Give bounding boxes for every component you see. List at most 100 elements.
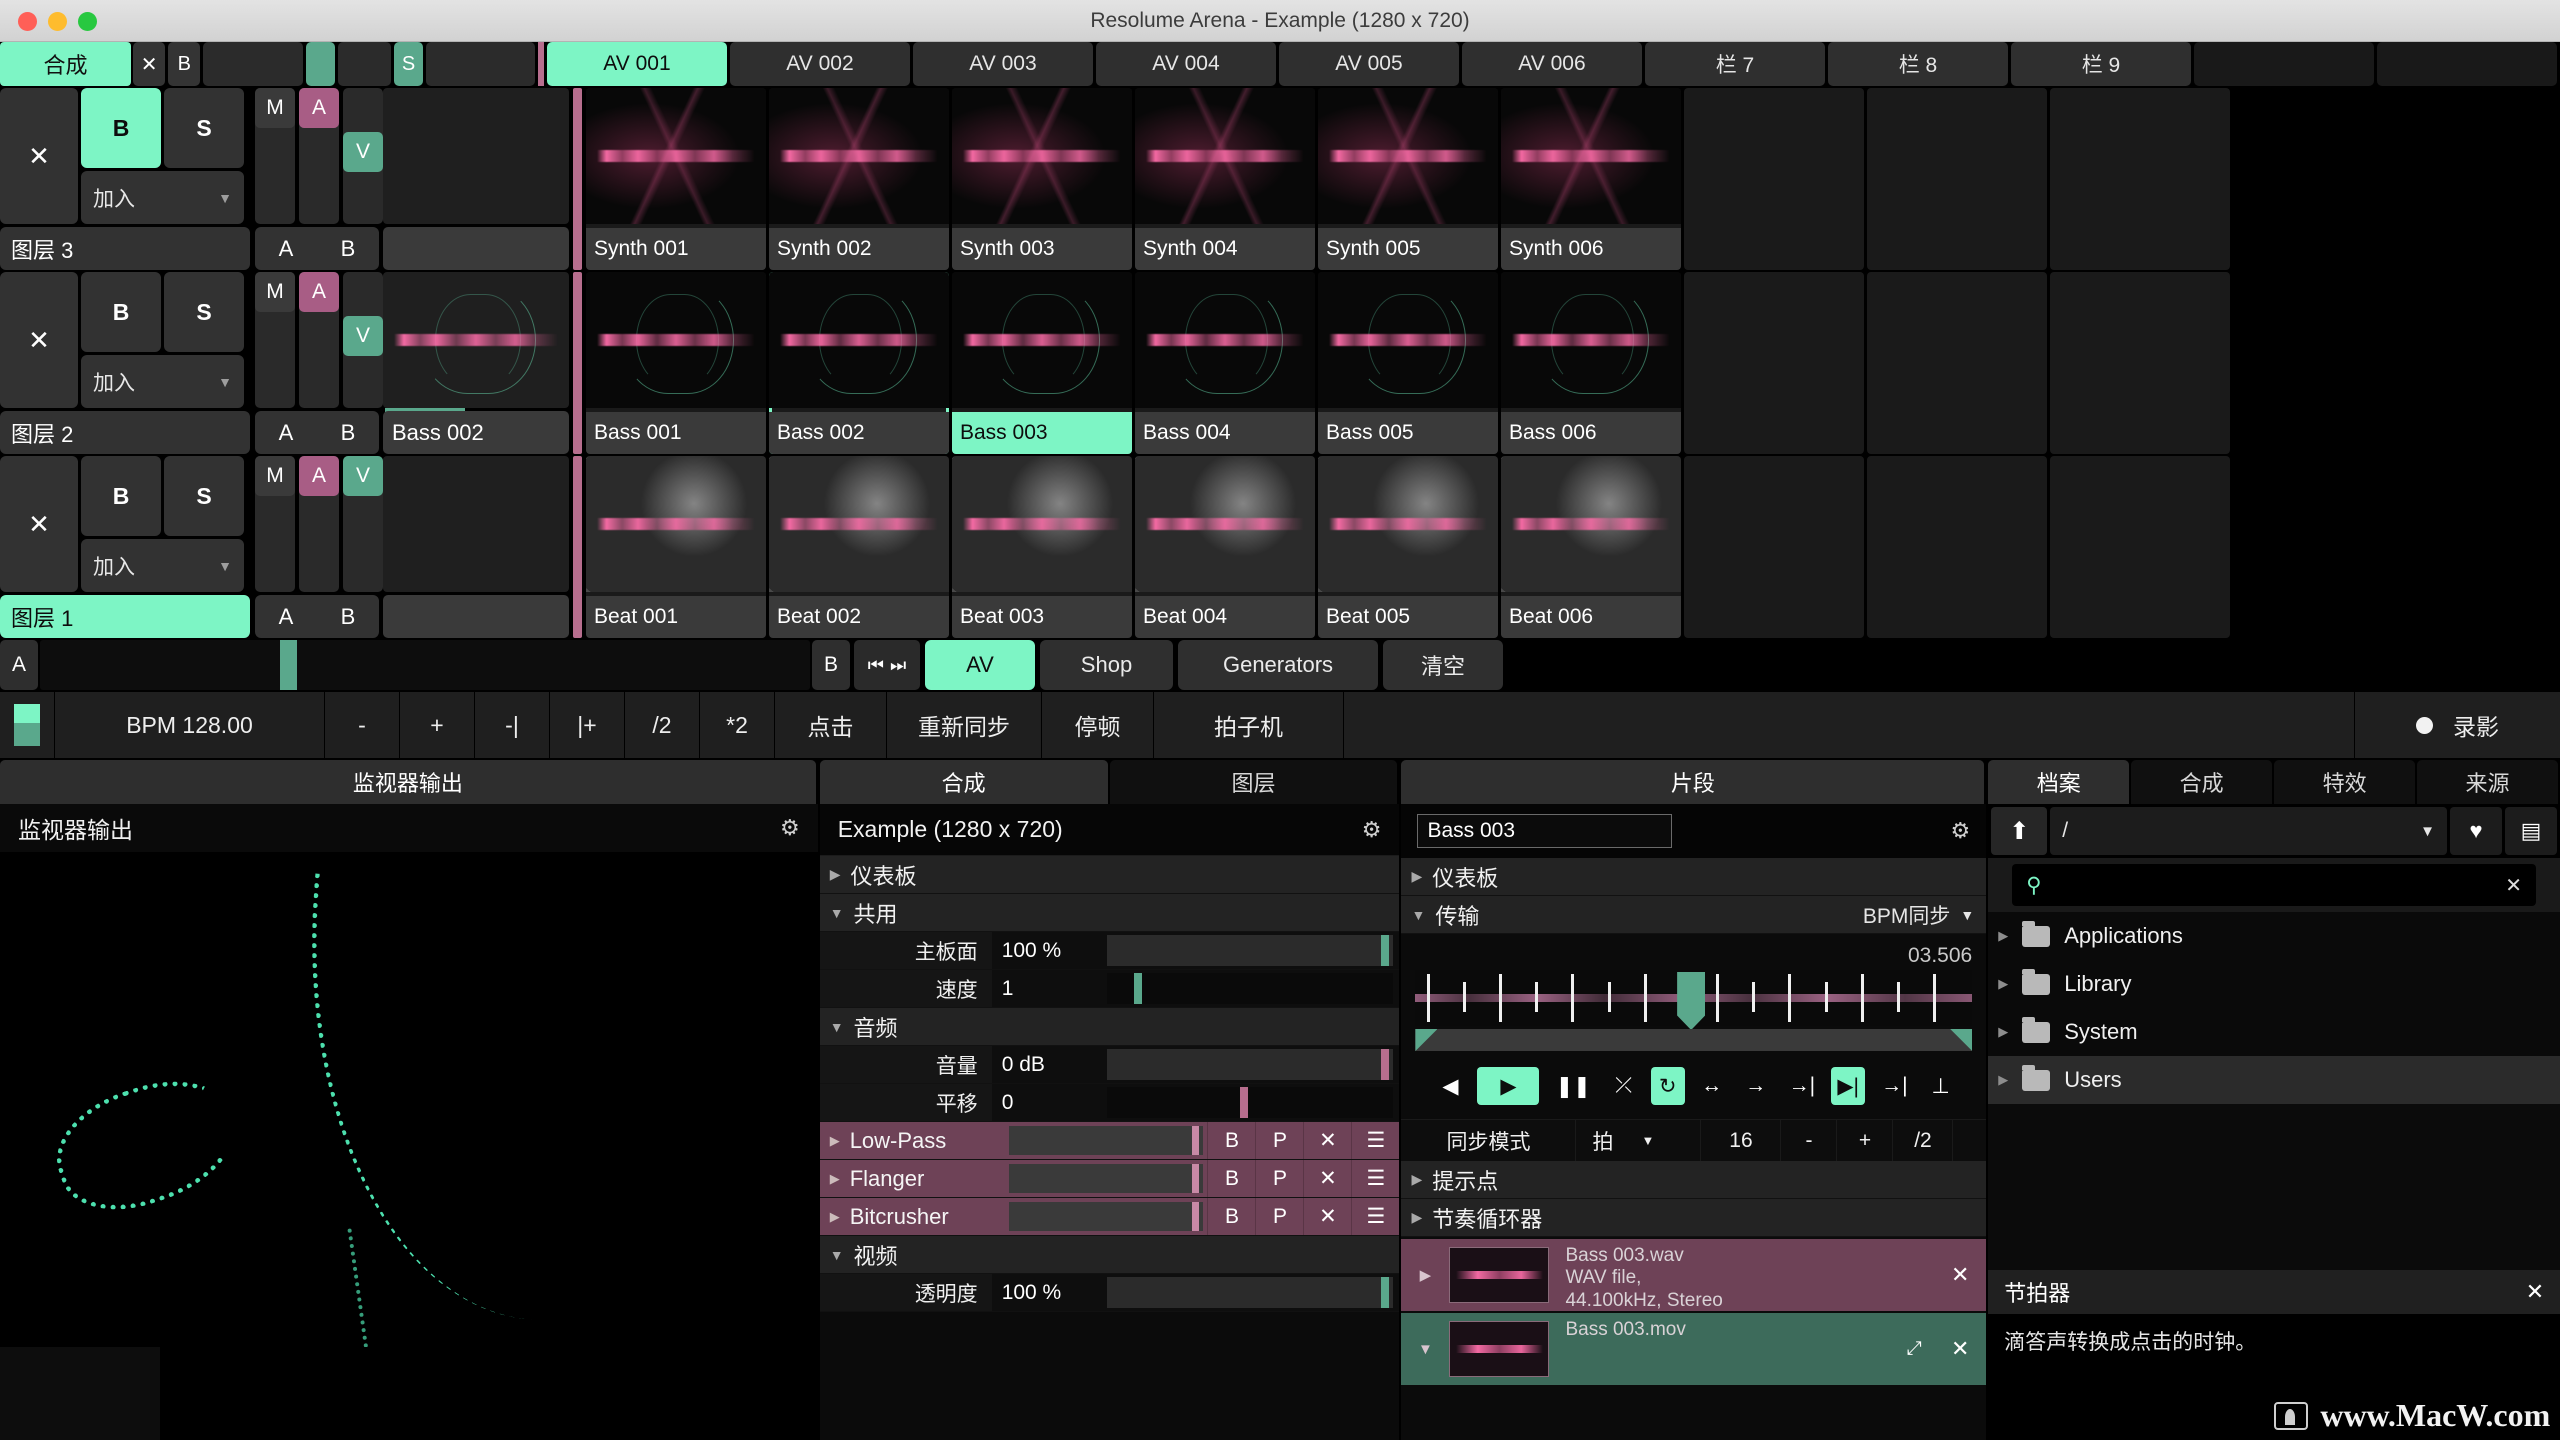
clip-cell[interactable]: Bass 002 <box>769 272 949 454</box>
clip-cell[interactable]: Synth 001 <box>586 88 766 270</box>
clip-cell[interactable]: Beat 002 <box>769 456 949 638</box>
layer-preview[interactable] <box>383 88 573 270</box>
layer-crossfader-a[interactable]: A <box>279 420 294 446</box>
composition-close-button[interactable]: ✕ <box>133 42 166 86</box>
parameter-slider-knob[interactable] <box>1380 935 1389 966</box>
effect-slider-knob[interactable] <box>1192 1126 1200 1155</box>
clip-playhead[interactable] <box>1677 972 1706 1030</box>
layer-crossfader-a[interactable]: A <box>279 236 294 262</box>
tab-clip[interactable]: 片段 <box>1401 760 1985 804</box>
parameter-slider[interactable] <box>1106 973 1394 1004</box>
layer-name[interactable]: 图层 3 <box>0 227 250 270</box>
browser-up-icon[interactable]: ⬆ <box>1991 807 2048 855</box>
chevron-right-icon[interactable]: ▶ <box>1998 1024 2008 1040</box>
layer-crossfader-b[interactable]: B <box>341 604 356 630</box>
effect-remove-button[interactable]: ✕ <box>1303 1198 1351 1235</box>
clip-cell[interactable]: Bass 001 <box>586 272 766 454</box>
effect-name[interactable]: ▶ Flanger <box>820 1160 1005 1197</box>
browser-search-input[interactable]: ⚲ ✕ <box>2012 864 2536 906</box>
clip-cell[interactable]: Beat 005 <box>1318 456 1498 638</box>
layer-video-button[interactable]: V <box>343 456 383 496</box>
crossfader-slider[interactable] <box>40 640 810 690</box>
effect-bypass-button[interactable]: B <box>1207 1198 1255 1235</box>
layer-mute-button[interactable]: M <box>255 272 295 312</box>
layer-mute-button[interactable]: M <box>255 88 295 128</box>
bpm-plus-button[interactable]: + <box>400 692 475 758</box>
deck-tab-3[interactable]: Generators <box>1178 640 1378 690</box>
clip-group-dashboard[interactable]: ▶ 仪表板 <box>1401 858 1987 896</box>
clip-range-slider[interactable] <box>1415 1029 1973 1051</box>
effect-name[interactable]: ▶ Low-Pass <box>820 1122 1005 1159</box>
clip-timeline[interactable] <box>1415 970 1973 1030</box>
layer-solo-button[interactable]: S <box>164 456 244 536</box>
tab-monitor-output[interactable]: 监视器输出 <box>0 760 816 804</box>
layer-bypass-button[interactable]: B <box>81 88 161 168</box>
effect-name[interactable]: ▶ Bitcrusher <box>820 1198 1005 1235</box>
clip-range-in-handle[interactable] <box>1415 1029 1438 1051</box>
effect-bypass-button[interactable]: B <box>1207 1160 1255 1197</box>
bpm-value[interactable]: BPM 128.00 <box>55 692 325 758</box>
layer-solo-button[interactable]: S <box>164 88 244 168</box>
parameter-slider[interactable] <box>1106 1087 1394 1118</box>
layer-audio-button[interactable]: A <box>299 272 339 312</box>
column-tab-3[interactable]: AV 003 <box>912 42 1093 86</box>
skip-previous-icon[interactable]: ⏮ <box>868 655 884 676</box>
deck-skip-buttons[interactable]: ⏮ ⏭ <box>854 640 920 690</box>
bpm-nudge-down-button[interactable]: -| <box>475 692 550 758</box>
clip-cue-out-button[interactable]: ⊥ <box>1924 1067 1958 1105</box>
clip-cell[interactable] <box>1684 456 1864 638</box>
clip-cell[interactable]: Beat 006 <box>1501 456 1681 638</box>
window-traffic-lights[interactable] <box>18 12 97 31</box>
effect-bypass-button[interactable]: B <box>1207 1122 1255 1159</box>
clip-play-once-button[interactable]: → <box>1739 1067 1773 1105</box>
parameter-slider-knob[interactable] <box>1380 1049 1389 1080</box>
column-solo-indicator-1[interactable] <box>306 42 335 86</box>
layer-crossfader-b[interactable]: B <box>341 236 356 262</box>
deck-tab-1[interactable]: AV <box>925 640 1035 690</box>
column-tab-1[interactable]: AV 001 <box>546 42 727 86</box>
chevron-down-icon[interactable]: ▼ <box>1401 1313 1449 1385</box>
browser-folder-item[interactable]: ▶ Applications <box>1988 912 2560 960</box>
layer-crossfader-b[interactable]: B <box>341 420 356 446</box>
effect-menu-button[interactable]: ☰ <box>1351 1122 1399 1159</box>
parameter-slider[interactable] <box>1106 1049 1394 1080</box>
effect-remove-button[interactable]: ✕ <box>1303 1160 1351 1197</box>
layer-name[interactable]: 图层 2 <box>0 411 250 454</box>
parameter-slider-knob[interactable] <box>1134 973 1143 1004</box>
parameter-slider-knob[interactable] <box>1240 1087 1249 1118</box>
layer-preview[interactable] <box>383 456 573 638</box>
browser-tab-3[interactable]: 特效 <box>2274 760 2416 804</box>
clip-cell[interactable]: Beat 004 <box>1135 456 1315 638</box>
clip-cell[interactable]: Bass 005 <box>1318 272 1498 454</box>
composition-tab[interactable]: 合成 <box>0 42 132 86</box>
clip-cell[interactable]: Synth 005 <box>1318 88 1498 270</box>
effect-menu-button[interactable]: ☰ <box>1351 1198 1399 1235</box>
clip-cell[interactable]: Synth 004 <box>1135 88 1315 270</box>
monitor-preview-canvas[interactable] <box>0 852 818 1347</box>
layer-bypass-button[interactable]: B <box>81 456 161 536</box>
composition-group-video[interactable]: ▼ 视频 <box>819 1236 1400 1274</box>
chevron-right-icon[interactable]: ▶ <box>1998 928 2008 944</box>
clip-range-out-handle[interactable] <box>1950 1029 1973 1051</box>
column-tab-empty-2[interactable] <box>2376 42 2557 86</box>
clip-group-transport[interactable]: ▼ 传输 BPM同步 ▼ <box>1401 896 1987 934</box>
layer-close-button[interactable]: ✕ <box>0 456 78 592</box>
effect-preset-button[interactable]: P <box>1255 1198 1303 1235</box>
clip-cell[interactable] <box>1684 88 1864 270</box>
clip-cell[interactable] <box>2050 272 2230 454</box>
layer-crossfader-assign[interactable]: AB <box>255 411 379 454</box>
minimize-window-icon[interactable] <box>48 12 67 31</box>
bpm-double-button[interactable]: *2 <box>700 692 775 758</box>
clip-cell[interactable]: Bass 004 <box>1135 272 1315 454</box>
effect-remove-button[interactable]: ✕ <box>1303 1122 1351 1159</box>
layer-crossfader-assign[interactable]: AB <box>255 595 379 638</box>
clip-group-cuepoints[interactable]: ▶ 提示点 <box>1401 1161 1987 1199</box>
browser-viewmode-icon[interactable]: ▤ <box>2505 807 2557 855</box>
clip-cell[interactable]: Beat 003 <box>952 456 1132 638</box>
clip-cell[interactable]: Beat 001 <box>586 456 766 638</box>
clip-source-remove-icon[interactable]: ✕ <box>1934 1313 1986 1385</box>
maximize-window-icon[interactable] <box>78 12 97 31</box>
skip-next-icon[interactable]: ⏭ <box>890 655 906 676</box>
effect-preset-button[interactable]: P <box>1255 1160 1303 1197</box>
column-tab-8[interactable]: 栏 8 <box>1827 42 2008 86</box>
